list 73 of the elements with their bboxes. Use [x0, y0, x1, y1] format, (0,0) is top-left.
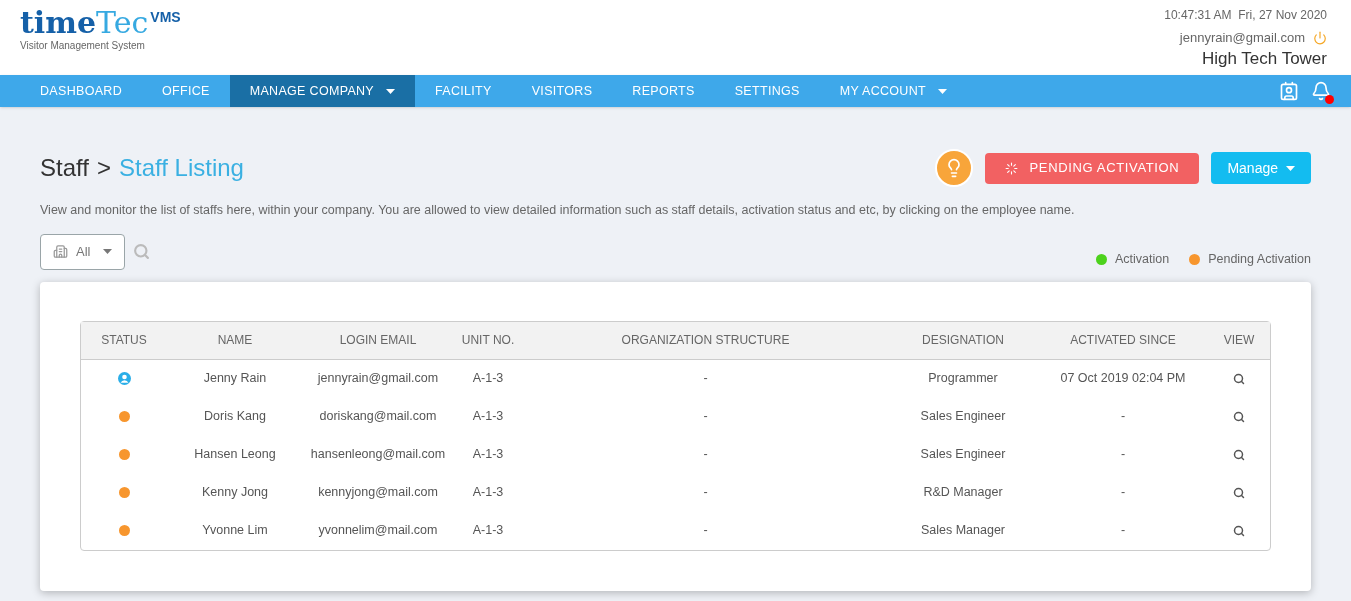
column-header: LOGIN EMAIL [339, 332, 417, 350]
site-name: High Tech Tower [1201, 47, 1327, 69]
caret-icon [1286, 165, 1295, 171]
table-cell-text: - [703, 370, 708, 388]
building-icon [53, 244, 68, 260]
table-cell-text: - [703, 446, 708, 464]
spinner-icon [1004, 161, 1018, 175]
pending-activation-button[interactable]: PENDING ACTIVATION [984, 152, 1200, 184]
employee-name-link[interactable]: Hansen Leong [194, 445, 276, 465]
page-description: View and monitor the list of staffs here, within your company. You are allowed to view detailed information such as staff details, activation status and etc, by clicking on the employee name. [40, 202, 1076, 219]
nav-tab[interactable]: DASHBOARD [20, 75, 142, 107]
employee-name-link[interactable]: Doris Kang [204, 407, 266, 427]
nav-tab[interactable]: VISITORS [511, 75, 613, 107]
table-cell-text: jennyrain@gmail.com [317, 370, 439, 388]
nav-tab[interactable]: MANAGE COMPANY [229, 75, 415, 107]
contact-card-icon[interactable] [1279, 81, 1299, 101]
table-cell-text: Sales Engineer [920, 408, 1006, 426]
notification-icon[interactable] [1311, 81, 1331, 101]
legend-label: Pending Activation [1208, 250, 1311, 268]
column-header: ORGANIZATION STRUCTURE [621, 332, 790, 350]
table-cell-text: Programmer [928, 370, 998, 388]
legend-label: Activation [1114, 250, 1170, 268]
page-title: Staff Listing [118, 153, 244, 183]
column-header: ACTIVATED SINCE [1070, 332, 1176, 350]
table-cell-text: kennyjong@mail.com [318, 484, 438, 502]
table-cell-text: R&D Manager [923, 484, 1003, 502]
view-search-icon[interactable] [1233, 486, 1245, 499]
table-cell-text: - [703, 408, 708, 426]
nav-tab[interactable]: SETTINGS [714, 75, 820, 107]
table-cell-text: A-1-3 [472, 484, 504, 502]
column-header: UNIT NO. [461, 332, 515, 350]
table-cell-text: 07 Oct 2019 02:04 PM [1060, 370, 1186, 388]
logo-wordmark: Tec [96, 8, 149, 38]
table-cell-text: - [1120, 522, 1126, 540]
table-cell-text: - [1120, 408, 1126, 426]
table-cell-text: - [703, 522, 708, 540]
view-search-icon[interactable] [1233, 410, 1245, 423]
table-cell-text: hansenleong@mail.com [310, 446, 446, 464]
nav-tab[interactable]: FACILITY [415, 75, 512, 107]
nav-tab[interactable]: REPORTS [612, 75, 715, 107]
caret-icon [103, 249, 112, 255]
employee-name-link[interactable]: Yvonne Lim [202, 521, 268, 541]
logo-wordmark: time [20, 8, 97, 38]
employee-name-link[interactable]: Jenny Rain [203, 369, 267, 389]
breadcrumb-parent[interactable]: Staff [40, 150, 89, 186]
table-cell-text: doriskang@mail.com [319, 408, 437, 426]
logo-tagline: Visitor Management System [20, 39, 146, 53]
column-header: VIEW [1223, 332, 1255, 350]
table-cell-text: Sales Engineer [920, 446, 1006, 464]
view-search-icon[interactable] [1233, 448, 1245, 461]
view-search-icon[interactable] [1233, 372, 1245, 385]
clock-text: 10:47:31 AM Fri, 27 Nov 2020 [1164, 7, 1327, 24]
table-cell-text: - [703, 484, 708, 502]
manage-button[interactable]: Manage [1211, 152, 1311, 184]
view-search-icon[interactable] [1233, 524, 1245, 537]
logo-suffix-text: VMS [150, 10, 181, 24]
column-header: STATUS [101, 332, 147, 350]
breadcrumb-separator: > [96, 153, 111, 183]
nav-tab[interactable]: OFFICE [142, 75, 230, 107]
table-cell-text: - [1120, 446, 1126, 464]
table-cell-text: A-1-3 [472, 446, 504, 464]
table-cell-text: - [1120, 484, 1126, 502]
table-cell-text: A-1-3 [472, 522, 504, 540]
employee-name-link[interactable]: Kenny Jong [202, 483, 268, 503]
table-cell-text: Sales Manager [920, 522, 1006, 540]
table-cell-text: A-1-3 [472, 370, 504, 388]
nav-tab[interactable]: MY ACCOUNT [819, 75, 967, 107]
column-header: NAME [217, 332, 253, 350]
table-cell-text: yvonnelim@mail.com [318, 522, 438, 540]
column-header: DESIGNATION [922, 332, 1004, 350]
table-cell-text: A-1-3 [472, 408, 504, 426]
user-email: jennyrain@gmail.com [1179, 29, 1305, 47]
building-filter-dropdown[interactable]: All [40, 233, 125, 270]
